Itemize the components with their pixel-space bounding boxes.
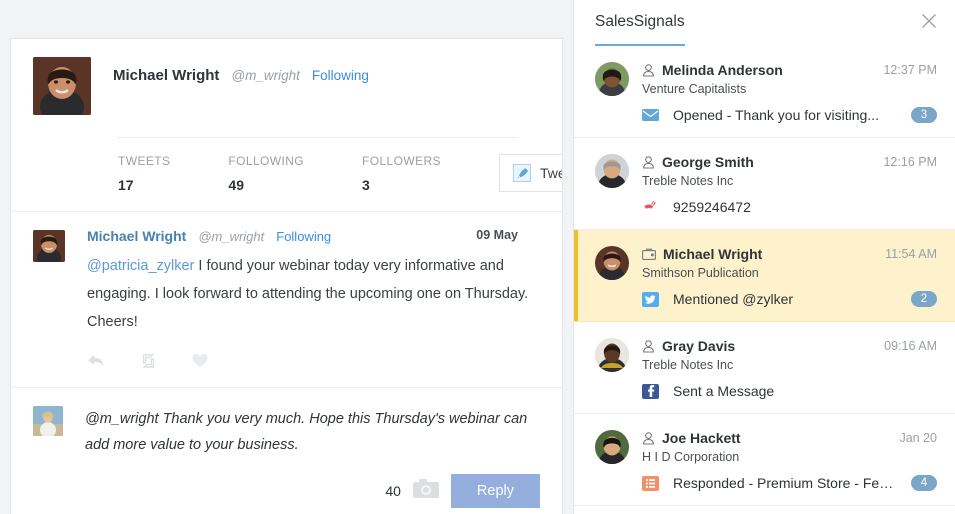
- contact-person-icon: [642, 63, 655, 77]
- twitter-pane: Michael Wright @m_wright Following TWEET…: [0, 0, 573, 514]
- tweet-date: 09 May: [476, 228, 518, 242]
- app-root: Michael Wright @m_wright Following TWEET…: [0, 0, 955, 514]
- status-badge: 2: [911, 291, 937, 307]
- sales-signals-header: SalesSignals: [574, 0, 955, 46]
- stat-followers-value: 3: [362, 177, 370, 193]
- profile-name: Michael Wright: [113, 67, 220, 84]
- list-item-company: Smithson Publication: [642, 266, 759, 280]
- tweet-item: Michael Wright @m_wright Following 09 Ma…: [11, 211, 562, 387]
- signals-list: Melinda Anderson 12:37 PM Venture Capita…: [574, 46, 955, 514]
- tweet-author-handle: @m_wright: [198, 229, 265, 244]
- lead-briefcase-icon: [642, 248, 656, 260]
- tab-salessignals[interactable]: SalesSignals: [595, 0, 685, 46]
- list-item-time: 12:37 PM: [883, 63, 937, 77]
- profile-handle: @m_wright: [231, 68, 300, 83]
- avatar: [595, 154, 629, 188]
- reply-arrow-icon[interactable]: [87, 354, 105, 373]
- list-item-name: George Smith: [662, 154, 754, 170]
- sales-signals-panel: SalesSignals Melinda Anderson 12:37 PM V…: [573, 0, 955, 514]
- list-item-time: 11:54 AM: [885, 247, 937, 261]
- stat-tweets-value: 17: [118, 177, 134, 193]
- list-item[interactable]: Michael Wright 11:54 AM Smithson Publica…: [574, 230, 955, 322]
- status-badge: 4: [911, 475, 937, 491]
- contact-person-icon: [642, 339, 655, 353]
- list-item[interactable]: Gray Davis 09:16 AM Treble Notes Inc Sen…: [574, 322, 955, 414]
- stat-tweets[interactable]: TWEETS 17: [118, 154, 170, 193]
- reply-avatar: [33, 406, 63, 436]
- profile-following-link[interactable]: Following: [312, 68, 369, 83]
- character-counter: 40: [385, 483, 401, 499]
- list-item-action: Opened - Thank you for visiting...: [673, 107, 879, 123]
- email-envelope-icon: [642, 109, 662, 121]
- status-badge: 3: [911, 107, 937, 123]
- reply-text[interactable]: @m_wright Thank you very much. Hope this…: [85, 406, 540, 458]
- reply-button[interactable]: Reply: [450, 474, 540, 508]
- heart-icon[interactable]: [192, 353, 208, 373]
- list-item-action: Mentioned @zylker: [673, 291, 794, 307]
- list-item[interactable]: George Smith 12:16 PM Treble Notes Inc 9…: [574, 138, 955, 230]
- stat-followers-label: FOLLOWERS: [362, 154, 441, 168]
- list-item[interactable]: Joe Hackett Jan 20 H I D Corporation Res…: [574, 414, 955, 506]
- list-item-name: Gray Davis: [662, 338, 736, 354]
- tweet-text: @patricia_zylker I found your webinar to…: [87, 252, 540, 336]
- list-item-time: Jan 20: [899, 431, 937, 445]
- stat-following[interactable]: FOLLOWING 49: [228, 154, 304, 193]
- list-item-action: Sent a Message: [673, 383, 775, 399]
- stat-followers[interactable]: FOLLOWERS 3: [362, 154, 441, 193]
- list-item-time: 12:16 PM: [883, 155, 937, 169]
- profile-header: Michael Wright @m_wright Following TWEET…: [11, 39, 562, 211]
- tweet-avatar: [33, 230, 65, 262]
- avatar: [595, 62, 629, 96]
- survey-form-icon: [642, 475, 662, 491]
- tweet-actions: [87, 353, 540, 377]
- avatar: [595, 338, 629, 372]
- list-item-company: Venture Capitalists: [642, 82, 747, 96]
- tweet-button-label: Tweet: [539, 165, 562, 181]
- list-item-company: H I D Corporation: [642, 450, 740, 464]
- avatar: [595, 246, 629, 280]
- contact-person-icon: [642, 155, 655, 169]
- contact-person-icon: [642, 431, 655, 445]
- stat-following-value: 49: [228, 177, 244, 193]
- close-icon[interactable]: [921, 13, 937, 33]
- tweet-button[interactable]: Tweet: [498, 154, 562, 192]
- list-item-action: 9259246472: [673, 199, 751, 215]
- list-item-company: Treble Notes Inc: [642, 174, 734, 188]
- facebook-icon: [642, 383, 662, 399]
- list-item-name: Joe Hackett: [662, 430, 741, 446]
- list-item-time: 09:16 AM: [884, 339, 937, 353]
- camera-icon[interactable]: [412, 479, 439, 503]
- compose-quill-icon: [512, 164, 531, 182]
- retweet-icon[interactable]: [139, 354, 158, 373]
- missed-call-phone-icon: [642, 200, 662, 214]
- twitter-card: Michael Wright @m_wright Following TWEET…: [10, 38, 563, 514]
- list-item-name: Melinda Anderson: [662, 62, 783, 78]
- list-item-company: Treble Notes Inc: [642, 358, 734, 372]
- tweet-following-link[interactable]: Following: [276, 229, 331, 244]
- profile-avatar: [33, 57, 91, 115]
- list-item-name: Michael Wright: [663, 246, 763, 262]
- avatar: [595, 430, 629, 464]
- reply-toolbar: 40 Reply: [85, 474, 540, 508]
- stat-tweets-label: TWEETS: [118, 154, 171, 168]
- stat-following-label: FOLLOWING: [228, 154, 305, 168]
- reply-composer: @m_wright Thank you very much. Hope this…: [11, 387, 562, 514]
- twitter-icon: [642, 291, 662, 307]
- tweet-mention[interactable]: @patricia_zylker: [87, 258, 194, 274]
- list-item[interactable]: Melinda Anderson 12:37 PM Venture Capita…: [574, 46, 955, 138]
- tweet-author-name[interactable]: Michael Wright: [87, 228, 186, 244]
- list-item-action: Responded - Premium Store - Fee...: [673, 475, 894, 491]
- profile-stats: TWEETS 17 FOLLOWING 49 FOLLOWERS 3 Tw: [118, 137, 562, 211]
